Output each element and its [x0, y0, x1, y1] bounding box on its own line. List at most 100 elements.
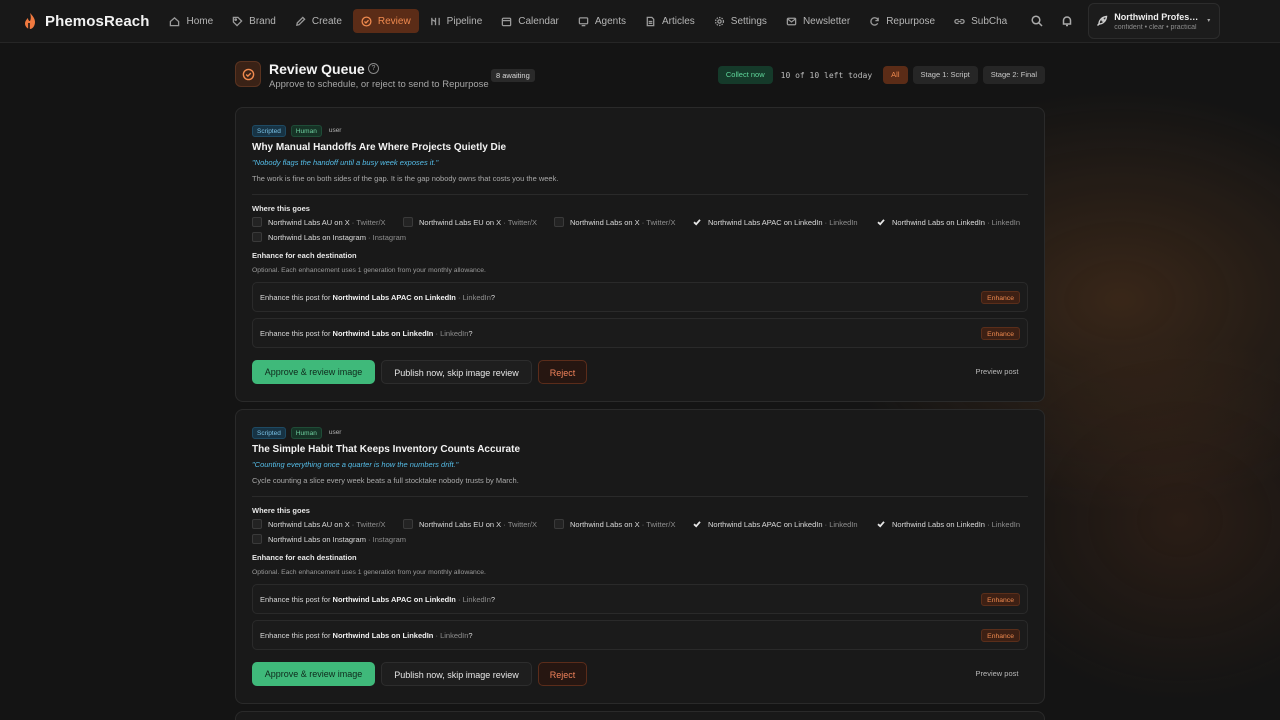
checkbox[interactable]	[876, 217, 886, 227]
nav-item-calendar[interactable]: Calendar	[493, 9, 567, 33]
post-hook: "Nobody flags the handoff until a busy w…	[252, 158, 439, 167]
checkbox[interactable]	[252, 534, 262, 544]
separator: ·	[639, 519, 647, 529]
destination-checkbox[interactable]: Northwind Labs on LinkedIn · LinkedIn	[876, 519, 1020, 529]
divider	[252, 194, 1028, 195]
nav-item-review[interactable]: Review	[352, 9, 419, 33]
checkbox[interactable]	[252, 217, 262, 227]
approve-button[interactable]: Approve & review image	[252, 360, 375, 384]
tag-human: Human	[290, 125, 322, 137]
separator: ·	[349, 519, 357, 529]
filter-tab[interactable]: All	[883, 66, 908, 84]
brand[interactable]: PhemosReach	[24, 13, 149, 30]
destination-platform: LinkedIn	[829, 519, 858, 529]
destination-name: Northwind Labs AU on X	[268, 217, 350, 227]
preview-post-button[interactable]: Preview post	[966, 360, 1028, 384]
search-button[interactable]	[1026, 10, 1048, 32]
checkbox[interactable]	[403, 217, 413, 227]
separator: ·	[455, 293, 463, 302]
destination-checkbox[interactable]: Northwind Labs EU on X · Twitter/X	[403, 519, 537, 529]
enhance-prefix: Enhance this post for	[260, 293, 333, 302]
account-switcher[interactable]: Northwind Professional confident • clear…	[1088, 3, 1221, 39]
destination-checkbox[interactable]: Northwind Labs AU on X · Twitter/X	[252, 519, 386, 529]
checkbox[interactable]	[252, 519, 262, 529]
destination-checkbox[interactable]: Northwind Labs on X · Twitter/X	[554, 519, 675, 529]
checkbox[interactable]	[403, 519, 413, 529]
review-card	[235, 711, 1045, 720]
destination-name: Northwind Labs AU on X	[268, 519, 350, 529]
checkbox[interactable]	[692, 519, 702, 529]
nav-item-home[interactable]: Home	[161, 9, 221, 33]
destination-checkbox[interactable]: Northwind Labs on Instagram · Instagram	[252, 534, 406, 544]
nav-item-settings[interactable]: Settings	[706, 9, 775, 33]
enhance-button[interactable]: Enhance	[981, 629, 1020, 642]
destination-platform: Instagram	[372, 232, 406, 242]
reject-button[interactable]: Reject	[538, 360, 587, 384]
destination-checkbox[interactable]: Northwind Labs APAC on LinkedIn · Linked…	[692, 519, 858, 529]
destination-checkbox[interactable]: Northwind Labs on LinkedIn · LinkedIn	[876, 217, 1020, 227]
enhance-destination: Northwind Labs APAC on LinkedIn	[332, 595, 456, 604]
destination-checkbox[interactable]: Northwind Labs on Instagram · Instagram	[252, 232, 406, 242]
calendar-icon	[501, 17, 512, 26]
nav-item-label: Agents	[594, 15, 626, 27]
destination-checkbox[interactable]: Northwind Labs on X · Twitter/X	[554, 217, 675, 227]
enhance-platform: LinkedIn	[440, 631, 469, 640]
enhance-heading: Enhance for each destination	[252, 553, 357, 562]
destinations-heading: Where this goes	[252, 506, 310, 515]
checkmark-icon	[693, 521, 701, 528]
checkbox[interactable]	[554, 519, 564, 529]
mail-icon	[786, 17, 797, 25]
checkbox[interactable]	[692, 217, 702, 227]
question-mark: ?	[468, 329, 473, 338]
destination-checkbox[interactable]: Northwind Labs AU on X · Twitter/X	[252, 217, 386, 227]
nav-item-brand[interactable]: Brand	[224, 9, 284, 33]
help-icon[interactable]: ?	[368, 63, 379, 74]
search-icon	[1031, 15, 1043, 27]
filter-tab[interactable]: Stage 1: Script	[912, 66, 978, 84]
enhance-button[interactable]: Enhance	[981, 291, 1020, 304]
destination-platform: Twitter/X	[356, 519, 386, 529]
publish-now-button[interactable]: Publish now, skip image review	[381, 360, 532, 384]
nav-item-create[interactable]: Create	[287, 9, 350, 33]
approve-button[interactable]: Approve & review image	[252, 662, 375, 686]
destination-name: Northwind Labs on X	[570, 519, 640, 529]
account-text: Northwind Professional confident • clear…	[1114, 12, 1200, 31]
collect-now-button[interactable]: Collect now	[717, 66, 773, 84]
destination-checkbox[interactable]: Northwind Labs APAC on LinkedIn · Linked…	[692, 217, 858, 227]
enhance-text: Enhance this post for Northwind Labs on …	[260, 329, 473, 338]
separator: ·	[822, 519, 830, 529]
preview-post-button[interactable]: Preview post	[966, 662, 1028, 686]
nav-item-newsletter[interactable]: Newsletter	[778, 9, 858, 33]
question-mark: ?	[490, 595, 496, 604]
nav-item-subcha[interactable]: SubCha	[946, 9, 1015, 33]
filter-tab[interactable]: Stage 2: Final	[982, 66, 1045, 84]
checkmark-icon	[877, 219, 885, 226]
post-hook: "Counting everything once a quarter is h…	[252, 460, 459, 469]
notifications-button[interactable]	[1056, 10, 1078, 32]
nav-item-repurpose[interactable]: Repurpose	[861, 9, 943, 33]
nav-item-label: Repurpose	[886, 15, 936, 27]
enhance-row: Enhance this post for Northwind Labs on …	[252, 318, 1028, 348]
destination-platform: Twitter/X	[646, 519, 676, 529]
enhance-heading: Enhance for each destination	[252, 251, 357, 260]
nav-item-label: SubCha	[971, 15, 1008, 27]
separator: ·	[501, 519, 508, 529]
enhance-button[interactable]: Enhance	[981, 327, 1020, 340]
separator: ·	[501, 217, 508, 227]
enhance-text: Enhance this post for Northwind Labs APA…	[260, 595, 495, 604]
reject-button[interactable]: Reject	[538, 662, 587, 686]
checkbox[interactable]	[876, 519, 886, 529]
nav-item-pipeline[interactable]: Pipeline	[422, 9, 491, 33]
enhance-prefix: Enhance this post for	[260, 329, 333, 338]
publish-now-button[interactable]: Publish now, skip image review	[381, 662, 532, 686]
nav-item-agents[interactable]: Agents	[570, 9, 634, 33]
nav-item-articles[interactable]: Articles	[637, 9, 703, 33]
destination-checkbox[interactable]: Northwind Labs EU on X · Twitter/X	[403, 217, 537, 227]
enhance-button[interactable]: Enhance	[981, 593, 1020, 606]
account-name: Northwind Professional	[1114, 11, 1200, 22]
tag-scripted: Scripted	[252, 427, 286, 439]
checkbox[interactable]	[252, 232, 262, 242]
checkbox[interactable]	[554, 217, 564, 227]
document-icon	[646, 16, 655, 26]
enhance-row: Enhance this post for Northwind Labs APA…	[252, 584, 1028, 614]
